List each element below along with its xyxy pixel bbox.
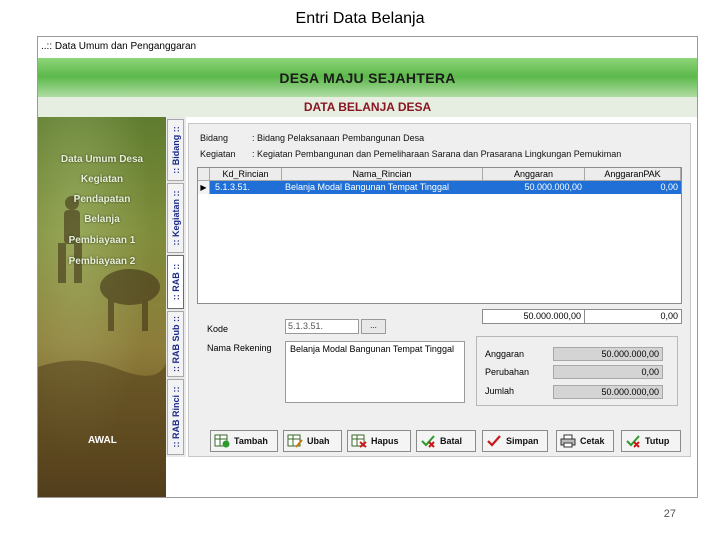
printer-icon [560, 434, 576, 448]
simpan-label: Simpan [506, 436, 539, 446]
hapus-button[interactable]: Hapus [347, 430, 411, 452]
tab-rab-sub[interactable]: :: RAB Sub :: [167, 311, 184, 377]
rincian-table[interactable]: Kd_Rincian Nama_Rincian Anggaran Anggara… [197, 167, 682, 304]
tab-rab-sub-label: :: RAB Sub :: [170, 316, 181, 372]
sidebar-item-data-umum-desa[interactable]: Data Umum Desa [38, 154, 166, 165]
cetak-label: Cetak [580, 436, 605, 446]
page-number: 27 [663, 508, 676, 520]
grid-add-icon [214, 434, 230, 448]
slide-title: Entri Data Belanja [295, 10, 425, 27]
tab-rab-rinci-label: :: RAB Rinci :: [170, 386, 181, 448]
kode-label: Kode [207, 324, 229, 334]
jumlah-value: 50.000.000,00 [553, 385, 663, 399]
app-window: ..:: Data Umum dan Penganggaran DESA MAJ… [37, 36, 698, 498]
awal-button[interactable]: AWAL [88, 435, 117, 446]
kode-lookup-button[interactable]: ... [361, 319, 386, 334]
sidebar-item-pembiayaan-2[interactable]: Pembiayaan 2 [38, 256, 166, 267]
exit-check-icon [625, 434, 641, 448]
tambah-button[interactable]: Tambah [210, 430, 278, 452]
sidebar-item-pembiayaan-1[interactable]: Pembiayaan 1 [38, 235, 166, 246]
jumlah-label: Jumlah [485, 386, 515, 396]
grid-edit-icon [287, 434, 303, 448]
column-header-anggaran[interactable]: Anggaran [483, 168, 585, 181]
page-title: DATA BELANJA DESA [303, 100, 432, 114]
anggaran-value: 50.000.000,00 [553, 347, 663, 361]
cell-kd-rincian: 5.1.3.51. [215, 182, 251, 192]
hapus-label: Hapus [371, 436, 399, 446]
ubah-button[interactable]: Ubah [283, 430, 342, 452]
kegiatan-label: Kegiatan [200, 149, 236, 159]
nama-rekening-field[interactable]: Belanja Modal Bangunan Tempat Tinggal [285, 341, 465, 403]
save-check-icon [486, 434, 502, 448]
total-anggaran: 50.000.000,00 [482, 309, 585, 324]
tab-bidang-label: :: Bidang :: [170, 126, 181, 174]
cell-anggaran-pak: 0,00 [660, 182, 678, 192]
grid-delete-icon [351, 434, 367, 448]
tambah-label: Tambah [234, 436, 268, 446]
sidebar-item-belanja[interactable]: Belanja [38, 214, 166, 225]
tab-bidang[interactable]: :: Bidang :: [167, 119, 184, 181]
anggaran-label: Anggaran [485, 349, 525, 359]
perubahan-value: 0,00 [553, 365, 663, 379]
simpan-button[interactable]: Simpan [482, 430, 548, 452]
tutup-button[interactable]: Tutup [621, 430, 681, 452]
tab-rab-label: :: RAB :: [170, 263, 181, 301]
tab-rab-rinci[interactable]: :: RAB Rinci :: [167, 379, 184, 455]
table-row[interactable]: 5.1.3.51. Belanja Modal Bangunan Tempat … [198, 181, 681, 194]
sidebar: Data Umum Desa Kegiatan Pendapatan Belan… [38, 117, 166, 497]
village-name: DESA MAJU SEJAHTERA [279, 70, 456, 86]
ubah-label: Ubah [307, 436, 330, 446]
tab-rab[interactable]: :: RAB :: [167, 255, 184, 309]
batal-label: Batal [440, 436, 463, 446]
cetak-button[interactable]: Cetak [556, 430, 614, 452]
column-header-anggaran-pak[interactable]: AnggaranPAK [585, 168, 681, 181]
column-header-nama-rincian[interactable]: Nama_Rincian [282, 168, 483, 181]
kegiatan-value: : Kegiatan Pembangunan dan Pemeliharaan … [252, 149, 622, 159]
tutup-label: Tutup [645, 436, 670, 446]
cell-anggaran: 50.000.000,00 [524, 182, 582, 192]
cell-nama-rincian: Belanja Modal Bangunan Tempat Tinggal [285, 182, 449, 192]
tab-kegiatan[interactable]: :: Kegiatan :: [167, 183, 184, 253]
perubahan-label: Perubahan [485, 367, 530, 377]
vertical-tab-strip: :: Bidang :: :: Kegiatan :: :: RAB :: ::… [166, 117, 186, 457]
sidebar-item-pendapatan[interactable]: Pendapatan [38, 194, 166, 205]
bidang-value: : Bidang Pelaksanaan Pembangunan Desa [252, 133, 425, 143]
column-header-kd-rincian[interactable]: Kd_Rincian [210, 168, 282, 181]
subtitle-bar: DATA BELANJA DESA [38, 97, 697, 117]
tab-kegiatan-label: :: Kegiatan :: [170, 190, 181, 246]
cancel-check-icon [420, 434, 436, 448]
sidebar-item-kegiatan[interactable]: Kegiatan [38, 174, 166, 185]
bidang-label: Bidang [200, 133, 229, 143]
nama-rekening-label: Nama Rekening [207, 343, 272, 353]
table-corner [198, 168, 210, 181]
batal-button[interactable]: Batal [416, 430, 476, 452]
kode-field[interactable]: 5.1.3.51. [285, 319, 359, 334]
total-anggaran-pak: 0,00 [584, 309, 682, 324]
window-title: ..:: Data Umum dan Penganggaran [41, 41, 197, 52]
